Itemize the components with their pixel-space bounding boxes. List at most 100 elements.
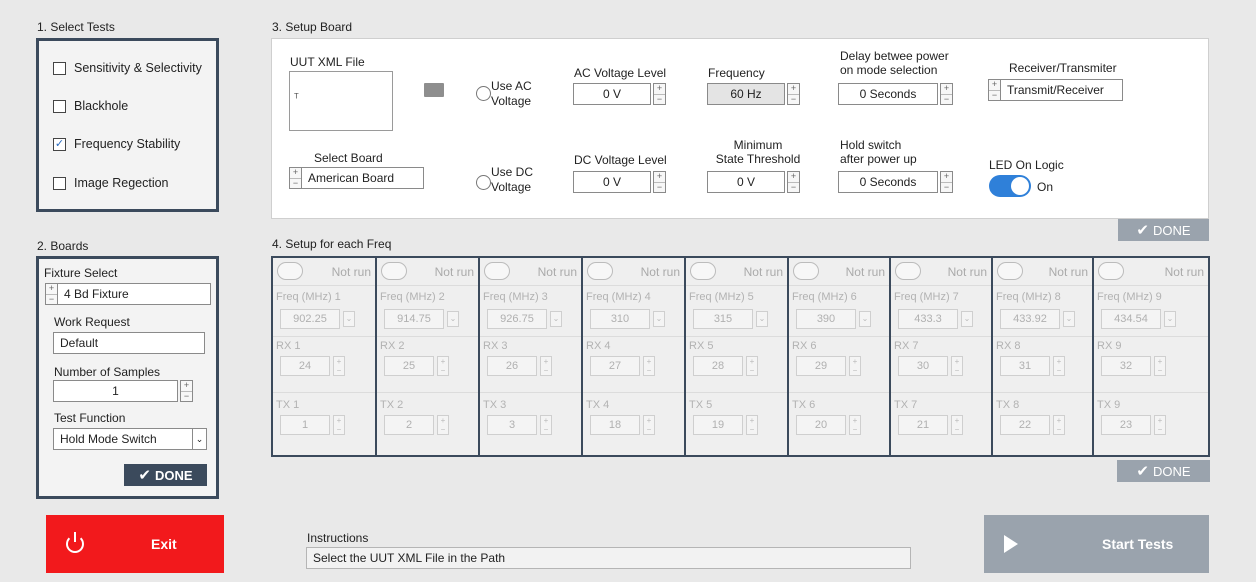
ac-voltage-stepper[interactable]: 0 V + − <box>573 83 666 105</box>
rx-input[interactable]: 28 <box>693 356 743 376</box>
hold-switch-spinner[interactable]: + − <box>940 171 953 193</box>
freq-select[interactable]: 433.92 <box>1000 309 1060 329</box>
fixture-select[interactable]: + − 4 Bd Fixture <box>45 283 211 305</box>
exit-button[interactable]: Exit <box>46 515 224 573</box>
rx-input[interactable]: 31 <box>1000 356 1050 376</box>
boards-done-button[interactable]: ✔ DONE <box>124 464 207 486</box>
chevron-down-icon[interactable]: ⌄ <box>859 311 871 327</box>
run-toggle[interactable] <box>793 262 819 280</box>
tx-input[interactable]: 20 <box>796 415 846 435</box>
hold-switch-stepper[interactable]: 0 Seconds + − <box>838 171 953 193</box>
run-toggle[interactable] <box>381 262 407 280</box>
freq-select[interactable]: 902.25 <box>280 309 340 329</box>
uut-xml-path-field[interactable]: ᵀ <box>289 71 393 131</box>
chevron-down-icon[interactable]: ⌄ <box>343 311 355 327</box>
chevron-down-icon[interactable]: ⌄ <box>1164 311 1176 327</box>
rx-spinner[interactable]: + − <box>746 356 758 376</box>
work-request-input[interactable]: Default <box>53 332 205 354</box>
delay-spinner[interactable]: + − <box>940 83 953 105</box>
freq-select[interactable]: 926.75 <box>487 309 547 329</box>
ac-voltage-input[interactable]: 0 V <box>573 83 651 105</box>
dc-voltage-input[interactable]: 0 V <box>573 171 651 193</box>
receiver-transmitter-field[interactable]: Transmit/Receiver <box>1001 79 1123 101</box>
freq-select[interactable]: 434.54 <box>1101 309 1161 329</box>
freq-select[interactable]: 433.3 <box>898 309 958 329</box>
rx-spinner[interactable]: + − <box>1053 356 1065 376</box>
tx-spinner[interactable]: + − <box>849 415 861 435</box>
tx-input[interactable]: 1 <box>280 415 330 435</box>
receiver-transmitter-select[interactable]: + − Transmit/Receiver <box>988 79 1123 101</box>
chevron-down-icon[interactable]: ⌄ <box>961 311 973 327</box>
select-board-field[interactable]: American Board <box>302 167 424 189</box>
tx-spinner[interactable]: + − <box>951 415 963 435</box>
min-state-spinner[interactable]: + − <box>787 171 800 193</box>
rx-input[interactable]: 26 <box>487 356 537 376</box>
number-of-samples-stepper[interactable]: 1 + − <box>53 380 193 402</box>
rx-spinner[interactable]: + − <box>849 356 861 376</box>
dc-voltage-spinner[interactable]: + − <box>653 171 666 193</box>
samples-spinner[interactable]: + − <box>180 380 193 402</box>
checkbox[interactable] <box>53 61 66 75</box>
ac-voltage-spinner[interactable]: + − <box>653 83 666 105</box>
tx-input[interactable]: 19 <box>693 415 743 435</box>
hold-switch-input[interactable]: 0 Seconds <box>838 171 938 193</box>
rx-tx-spinner[interactable]: + − <box>988 79 1001 101</box>
checkbox[interactable] <box>53 99 66 113</box>
delay-input[interactable]: 0 Seconds <box>838 83 938 105</box>
tx-input[interactable]: 23 <box>1101 415 1151 435</box>
freq-select[interactable]: 315 <box>693 309 753 329</box>
use-dc-radio[interactable] <box>476 175 491 190</box>
led-on-logic-toggle[interactable] <box>989 175 1031 197</box>
tx-spinner[interactable]: + − <box>746 415 758 435</box>
rx-spinner[interactable]: + − <box>1154 356 1166 376</box>
rx-input[interactable]: 30 <box>898 356 948 376</box>
chevron-down-icon[interactable]: ⌄ <box>447 311 459 327</box>
run-toggle[interactable] <box>1098 262 1124 280</box>
setup-board-done-button[interactable]: ✔ DONE <box>1118 219 1209 241</box>
test-function-select[interactable]: Hold Mode Switch ⌄ <box>53 428 207 450</box>
min-state-stepper[interactable]: 0 V + − <box>707 171 800 193</box>
fixture-select-field[interactable]: 4 Bd Fixture <box>58 283 211 305</box>
folder-icon[interactable] <box>424 83 444 97</box>
tx-spinner[interactable]: + − <box>437 415 449 435</box>
tx-input[interactable]: 3 <box>487 415 537 435</box>
tx-spinner[interactable]: + − <box>1154 415 1166 435</box>
tx-spinner[interactable]: + − <box>643 415 655 435</box>
dc-voltage-stepper[interactable]: 0 V + − <box>573 171 666 193</box>
number-of-samples-input[interactable]: 1 <box>53 380 178 402</box>
chevron-down-icon[interactable]: ⌄ <box>550 311 562 327</box>
rx-spinner[interactable]: + − <box>333 356 345 376</box>
tx-spinner[interactable]: + − <box>1053 415 1065 435</box>
tx-input[interactable]: 22 <box>1000 415 1050 435</box>
chevron-down-icon[interactable]: ⌄ <box>193 428 207 450</box>
test-option-blackhole[interactable]: Blackhole <box>53 99 128 113</box>
chevron-down-icon[interactable]: ⌄ <box>1063 311 1075 327</box>
min-state-input[interactable]: 0 V <box>707 171 785 193</box>
tx-input[interactable]: 18 <box>590 415 640 435</box>
chevron-down-icon[interactable]: ⌄ <box>653 311 665 327</box>
freq-select[interactable]: 914.75 <box>384 309 444 329</box>
rx-input[interactable]: 24 <box>280 356 330 376</box>
chevron-down-icon[interactable]: ⌄ <box>756 311 768 327</box>
tx-input[interactable]: 21 <box>898 415 948 435</box>
tx-spinner[interactable]: + − <box>540 415 552 435</box>
rx-input[interactable]: 27 <box>590 356 640 376</box>
rx-spinner[interactable]: + − <box>540 356 552 376</box>
board-spinner[interactable]: + − <box>289 167 302 189</box>
test-option-frequency-stability[interactable]: ✓ Frequency Stability <box>53 137 180 151</box>
checkbox-checked[interactable]: ✓ <box>53 137 66 151</box>
rx-spinner[interactable]: + − <box>643 356 655 376</box>
rx-input[interactable]: 32 <box>1101 356 1151 376</box>
rx-input[interactable]: 25 <box>384 356 434 376</box>
freq-select[interactable]: 310 <box>590 309 650 329</box>
rx-spinner[interactable]: + − <box>437 356 449 376</box>
test-option-image-regection[interactable]: Image Regection <box>53 176 169 190</box>
run-toggle[interactable] <box>997 262 1023 280</box>
fixture-spinner[interactable]: + − <box>45 283 58 305</box>
run-toggle[interactable] <box>484 262 510 280</box>
checkbox[interactable] <box>53 176 66 190</box>
select-board[interactable]: + − American Board <box>289 167 424 189</box>
tx-spinner[interactable]: + − <box>333 415 345 435</box>
rx-input[interactable]: 29 <box>796 356 846 376</box>
test-option-sensitivity[interactable]: Sensitivity & Selectivity <box>53 61 202 75</box>
